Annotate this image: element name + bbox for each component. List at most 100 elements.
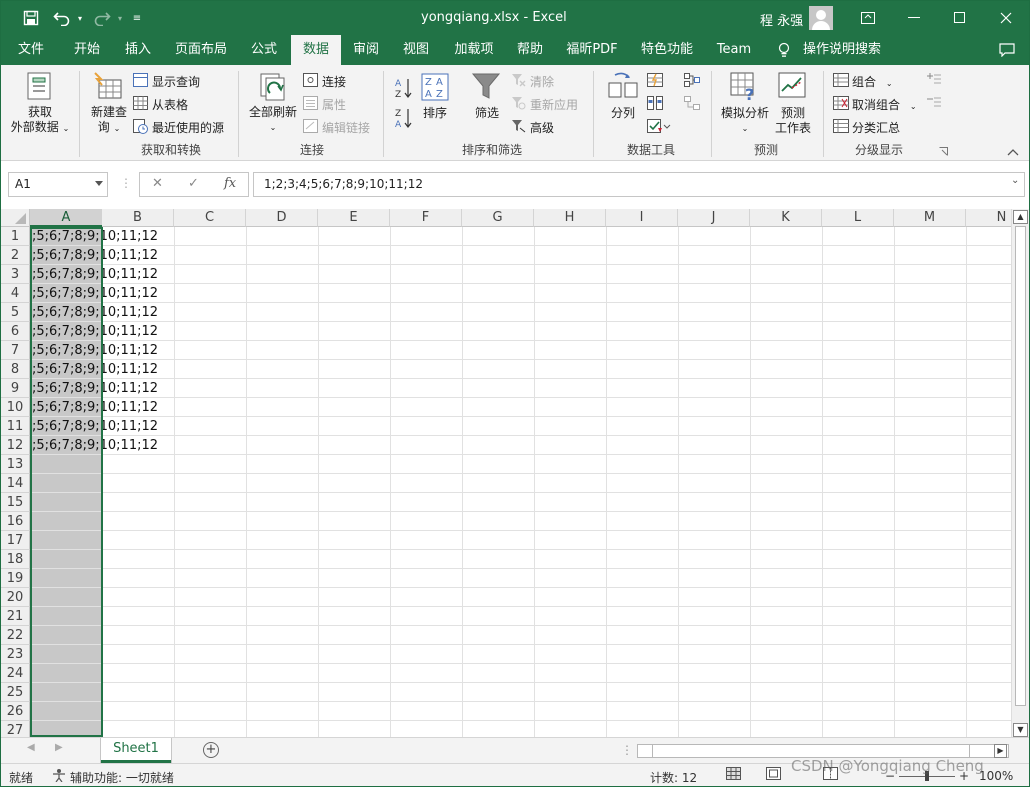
flash-fill-icon[interactable] xyxy=(647,73,663,90)
column-header-l[interactable]: L xyxy=(822,209,894,227)
zoom-level[interactable]: 100% xyxy=(979,769,1013,783)
row-header-13[interactable]: 13 xyxy=(1,455,30,474)
column-header-n[interactable]: N xyxy=(966,209,1011,227)
row-header-8[interactable]: 8 xyxy=(1,360,30,379)
horizontal-scroll-thumb[interactable] xyxy=(652,744,970,758)
ungroup-button[interactable]: 取消组合 ⌄ xyxy=(852,96,917,113)
row-header-3[interactable]: 3 xyxy=(1,265,30,284)
customize-toolbar-icon[interactable]: ≡ xyxy=(129,8,145,28)
advanced-filter-button[interactable]: 高级 xyxy=(530,119,554,136)
collapse-ribbon-icon[interactable] xyxy=(1007,145,1019,159)
row-header-26[interactable]: 26 xyxy=(1,702,30,721)
normal-view-icon[interactable] xyxy=(726,767,742,784)
scroll-up-icon[interactable]: ▲ xyxy=(1013,210,1028,224)
tab-splitter-icon[interactable]: ⋮ xyxy=(621,743,633,757)
column-header-f[interactable]: F xyxy=(390,209,462,227)
new-query-button[interactable]: 新建查 询 ⌄ xyxy=(85,105,133,136)
column-header-e[interactable]: E xyxy=(318,209,390,227)
vertical-scrollbar[interactable]: ▲ ▼ xyxy=(1011,209,1029,739)
row-header-16[interactable]: 16 xyxy=(1,512,30,531)
sort-descending-icon[interactable]: ZA xyxy=(395,107,413,132)
remove-duplicates-icon[interactable] xyxy=(647,96,663,113)
column-header-c[interactable]: C xyxy=(174,209,246,227)
row-header-20[interactable]: 20 xyxy=(1,588,30,607)
connections-button[interactable]: 连接 xyxy=(322,73,346,90)
row-header-14[interactable]: 14 xyxy=(1,474,30,493)
save-icon[interactable] xyxy=(19,8,43,28)
cancel-icon[interactable]: ✕ xyxy=(152,176,163,191)
row-header-23[interactable]: 23 xyxy=(1,645,30,664)
row-header-1[interactable]: 1 xyxy=(1,227,30,246)
chevron-down-icon[interactable] xyxy=(95,181,103,186)
worksheet-grid[interactable]: ABCDEFGHIJKLMN 1 2 3 4 5 6 7 8 9 10 11 12 13 14 15 16 17… xyxy=(1,209,1011,737)
get-external-data-button[interactable]: 获取 外部数据 ⌄ xyxy=(7,105,73,136)
select-all-corner[interactable] xyxy=(1,209,30,227)
column-header-k[interactable]: K xyxy=(750,209,822,227)
row-header-12[interactable]: 12 xyxy=(1,436,30,455)
row-header-5[interactable]: 5 xyxy=(1,303,30,322)
maximize-icon[interactable] xyxy=(937,1,983,35)
tab-file[interactable]: 文件 xyxy=(7,35,55,65)
add-sheet-icon[interactable]: + xyxy=(203,742,219,758)
accessibility-status[interactable]: 辅助功能: 一切就绪 xyxy=(70,769,174,786)
close-icon[interactable] xyxy=(983,1,1029,35)
tab-insert[interactable]: 插入 xyxy=(115,35,161,65)
row-header-2[interactable]: 2 xyxy=(1,246,30,265)
row-header-7[interactable]: 7 xyxy=(1,341,30,360)
text-to-columns-button[interactable]: 分列 xyxy=(603,106,643,121)
expand-formula-bar-icon[interactable]: ⌄ xyxy=(1011,175,1019,186)
ribbon-display-options-icon[interactable] xyxy=(845,1,891,35)
tab-team[interactable]: Team xyxy=(709,35,759,65)
vertical-scroll-thumb[interactable] xyxy=(1015,226,1026,706)
from-table-button[interactable]: 从表格 xyxy=(152,96,188,113)
row-header-15[interactable]: 15 xyxy=(1,493,30,512)
name-box[interactable]: A1 xyxy=(8,172,108,197)
row-header-21[interactable]: 21 xyxy=(1,607,30,626)
column-header-h[interactable]: H xyxy=(534,209,606,227)
sort-button[interactable]: 排序 xyxy=(417,106,453,121)
comments-icon[interactable] xyxy=(993,35,1021,65)
tab-formulas[interactable]: 公式 xyxy=(241,35,287,65)
show-queries-button[interactable]: 显示查询 xyxy=(152,73,200,90)
enter-icon[interactable]: ✓ xyxy=(188,176,199,191)
column-header-i[interactable]: I xyxy=(606,209,678,227)
avatar[interactable] xyxy=(809,6,833,30)
undo-icon[interactable] xyxy=(49,8,75,28)
sheet-tab-sheet1[interactable]: Sheet1 xyxy=(101,738,171,763)
scroll-down-icon[interactable]: ▼ xyxy=(1013,723,1028,737)
row-header-11[interactable]: 11 xyxy=(1,417,30,436)
consolidate-icon[interactable] xyxy=(684,73,700,90)
page-layout-view-icon[interactable] xyxy=(766,767,782,784)
row-header-25[interactable]: 25 xyxy=(1,683,30,702)
tab-help[interactable]: 帮助 xyxy=(507,35,553,65)
refresh-all-button[interactable]: 全部刷新 ⌄ xyxy=(243,105,303,135)
column-header-b[interactable]: B xyxy=(102,209,174,227)
data-validation-icon[interactable] xyxy=(647,119,671,136)
dialog-launcher-icon[interactable] xyxy=(939,145,948,159)
tab-special-features[interactable]: 特色功能 xyxy=(631,35,703,65)
formula-input[interactable]: 1;2;3;4;5;6;7;8;9;10;11;12 xyxy=(253,172,1025,197)
scroll-right-icon[interactable]: ▶ xyxy=(994,744,1007,758)
column-header-a[interactable]: A xyxy=(30,209,103,227)
column-header-m[interactable]: M xyxy=(894,209,966,227)
tab-page-layout[interactable]: 页面布局 xyxy=(167,35,235,65)
minimize-icon[interactable] xyxy=(891,1,937,35)
what-if-analysis-button[interactable]: 模拟分析 ⌄ xyxy=(717,106,773,136)
forecast-sheet-button[interactable]: 预测 工作表 xyxy=(769,106,817,136)
column-header-j[interactable]: J xyxy=(678,209,750,227)
show-detail-icon[interactable] xyxy=(927,73,941,88)
row-header-24[interactable]: 24 xyxy=(1,664,30,683)
row-header-17[interactable]: 17 xyxy=(1,531,30,550)
subtotal-button[interactable]: 分类汇总 xyxy=(852,119,900,136)
column-header-d[interactable]: D xyxy=(246,209,318,227)
row-header-18[interactable]: 18 xyxy=(1,550,30,569)
row-header-27[interactable]: 27 xyxy=(1,721,30,737)
user-name[interactable]: 程 永强 xyxy=(760,10,803,29)
tell-me-search[interactable]: 操作说明搜索 xyxy=(799,35,885,65)
recent-sources-button[interactable]: 最近使用的源 xyxy=(152,119,224,136)
tab-addins[interactable]: 加载项 xyxy=(445,35,503,65)
row-header-6[interactable]: 6 xyxy=(1,322,30,341)
column-header-g[interactable]: G xyxy=(462,209,534,227)
next-sheet-icon[interactable]: ▶ xyxy=(55,742,63,753)
tab-review[interactable]: 审阅 xyxy=(343,35,389,65)
